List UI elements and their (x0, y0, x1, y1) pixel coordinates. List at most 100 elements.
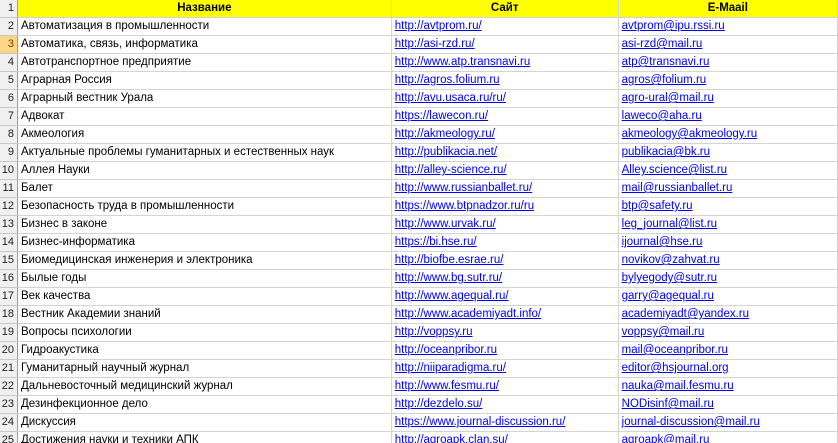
email-link-cell[interactable]: novikov@zahvat.ru (618, 251, 838, 270)
email-link-cell[interactable]: agroapk@mail.ru (618, 431, 838, 443)
row-number[interactable]: 17 (0, 287, 18, 306)
site-link-cell[interactable]: http://www.bg.sutr.ru/ (391, 269, 619, 288)
name-cell[interactable]: Вопросы психологии (17, 323, 392, 342)
header-name-cell[interactable]: Название (17, 0, 392, 18)
site-link-cell[interactable]: http://avtprom.ru/ (391, 17, 619, 36)
email-link-cell[interactable]: agros@folium.ru (618, 71, 838, 90)
email-link-cell[interactable]: leg_journal@list.ru (618, 215, 838, 234)
email-link-cell[interactable]: ijournal@hse.ru (618, 233, 838, 252)
name-cell[interactable]: Дезинфекционное дело (17, 395, 392, 414)
email-link-cell[interactable]: laweco@aha.ru (618, 107, 838, 126)
row-number[interactable]: 8 (0, 125, 18, 144)
name-cell[interactable]: Автотранспортное предприятие (17, 53, 392, 72)
name-cell[interactable]: Аллея Науки (17, 161, 392, 180)
name-cell[interactable]: Акмеология (17, 125, 392, 144)
name-cell[interactable]: Гидроакустика (17, 341, 392, 360)
site-link-cell[interactable]: http://www.fesmu.ru/ (391, 377, 619, 396)
site-link-cell[interactable]: http://asi-rzd.ru/ (391, 35, 619, 54)
row-number[interactable]: 20 (0, 341, 18, 360)
row-number[interactable]: 11 (0, 179, 18, 198)
site-link-cell[interactable]: https://www.journal-discussion.ru/ (391, 413, 619, 432)
row-number[interactable]: 3 (0, 35, 18, 54)
row-number[interactable]: 13 (0, 215, 18, 234)
site-link-cell[interactable]: http://agroapk.clan.su/ (391, 431, 619, 443)
site-link-cell[interactable]: http://biofbe.esrae.ru/ (391, 251, 619, 270)
row-number[interactable]: 12 (0, 197, 18, 216)
header-email-cell[interactable]: E-Maail (618, 0, 838, 18)
email-link-cell[interactable]: mail@russianballet.ru (618, 179, 838, 198)
name-cell[interactable]: Гуманитарный научный журнал (17, 359, 392, 378)
name-cell[interactable]: Автоматизация в промышленности (17, 17, 392, 36)
email-link-cell[interactable]: mail@oceanpribor.ru (618, 341, 838, 360)
row-number[interactable]: 6 (0, 89, 18, 108)
name-cell[interactable]: Достижения науки и техники АПК (17, 431, 392, 443)
row-number[interactable]: 16 (0, 269, 18, 288)
email-link-cell[interactable]: avtprom@ipu.rssi.ru (618, 17, 838, 36)
name-cell[interactable]: Бизнес в законе (17, 215, 392, 234)
name-cell[interactable]: Автоматика, связь, информатика (17, 35, 392, 54)
site-link-cell[interactable]: http://avu.usaca.ru/ru/ (391, 89, 619, 108)
row-number[interactable]: 23 (0, 395, 18, 414)
email-link-cell[interactable]: NODisinf@mail.ru (618, 395, 838, 414)
email-link-cell[interactable]: akmeology@akmeology.ru (618, 125, 838, 144)
site-link-cell[interactable]: http://www.academiyadt.info/ (391, 305, 619, 324)
site-link-cell[interactable]: http://akmeology.ru/ (391, 125, 619, 144)
row-number[interactable]: 5 (0, 71, 18, 90)
row-number[interactable]: 18 (0, 305, 18, 324)
name-cell[interactable]: Былые годы (17, 269, 392, 288)
email-link-cell[interactable]: Alley.science@list.ru (618, 161, 838, 180)
email-link-cell[interactable]: atp@transnavi.ru (618, 53, 838, 72)
row-number[interactable]: 24 (0, 413, 18, 432)
row-number[interactable]: 19 (0, 323, 18, 342)
email-link-cell[interactable]: journal-discussion@mail.ru (618, 413, 838, 432)
site-link-cell[interactable]: http://voppsy.ru (391, 323, 619, 342)
site-link-cell[interactable]: http://publikacia.net/ (391, 143, 619, 162)
name-cell[interactable]: Биомедицинская инженерия и электроника (17, 251, 392, 270)
email-link-cell[interactable]: agro-ural@mail.ru (618, 89, 838, 108)
name-cell[interactable]: Аграрный вестник Урала (17, 89, 392, 108)
email-link-cell[interactable]: garry@agequal.ru (618, 287, 838, 306)
site-link-cell[interactable]: http://agros.folium.ru (391, 71, 619, 90)
row-number[interactable]: 25 (0, 431, 18, 443)
header-site-cell[interactable]: Сайт (391, 0, 619, 18)
email-link-cell[interactable]: voppsy@mail.ru (618, 323, 838, 342)
site-link-cell[interactable]: https://bi.hse.ru/ (391, 233, 619, 252)
site-link-cell[interactable]: https://www.btpnadzor.ru/ru (391, 197, 619, 216)
site-link-cell[interactable]: http://oceanpribor.ru (391, 341, 619, 360)
site-link-cell[interactable]: http://niiparadigma.ru/ (391, 359, 619, 378)
site-link-cell[interactable]: http://dezdelo.su/ (391, 395, 619, 414)
row-number[interactable]: 15 (0, 251, 18, 270)
name-cell[interactable]: Аграрная Россия (17, 71, 392, 90)
site-link-cell[interactable]: http://www.russianballet.ru/ (391, 179, 619, 198)
name-cell[interactable]: Бизнес-информатика (17, 233, 392, 252)
site-link-cell[interactable]: http://www.agequal.ru/ (391, 287, 619, 306)
name-cell[interactable]: Безопасность труда в промышленности (17, 197, 392, 216)
name-cell[interactable]: Балет (17, 179, 392, 198)
row-number[interactable]: 1 (0, 0, 18, 18)
name-cell[interactable]: Век качества (17, 287, 392, 306)
email-link-cell[interactable]: nauka@mail.fesmu.ru (618, 377, 838, 396)
name-cell[interactable]: Дальневосточный медицинский журнал (17, 377, 392, 396)
row-number[interactable]: 4 (0, 53, 18, 72)
email-link-cell[interactable]: academiyadt@yandex.ru (618, 305, 838, 324)
email-link-cell[interactable]: editor@hsjournal.org (618, 359, 838, 378)
email-link-cell[interactable]: btp@safety.ru (618, 197, 838, 216)
row-number[interactable]: 10 (0, 161, 18, 180)
site-link-cell[interactable]: http://www.urvak.ru/ (391, 215, 619, 234)
site-link-cell[interactable]: https://lawecon.ru/ (391, 107, 619, 126)
email-link-cell[interactable]: publikacia@bk.ru (618, 143, 838, 162)
site-link-cell[interactable]: http://www.atp.transnavi.ru (391, 53, 619, 72)
row-number[interactable]: 22 (0, 377, 18, 396)
site-link-cell[interactable]: http://alley-science.ru/ (391, 161, 619, 180)
row-number[interactable]: 9 (0, 143, 18, 162)
name-cell[interactable]: Дискуссия (17, 413, 392, 432)
email-link-cell[interactable]: bylyegody@sutr.ru (618, 269, 838, 288)
email-link-cell[interactable]: asi-rzd@mail.ru (618, 35, 838, 54)
name-cell[interactable]: Актуальные проблемы гуманитарных и естес… (17, 143, 392, 162)
row-number[interactable]: 14 (0, 233, 18, 252)
row-number[interactable]: 2 (0, 17, 18, 36)
name-cell[interactable]: Вестник Академии знаний (17, 305, 392, 324)
name-cell[interactable]: Адвокат (17, 107, 392, 126)
row-number[interactable]: 7 (0, 107, 18, 126)
row-number[interactable]: 21 (0, 359, 18, 378)
